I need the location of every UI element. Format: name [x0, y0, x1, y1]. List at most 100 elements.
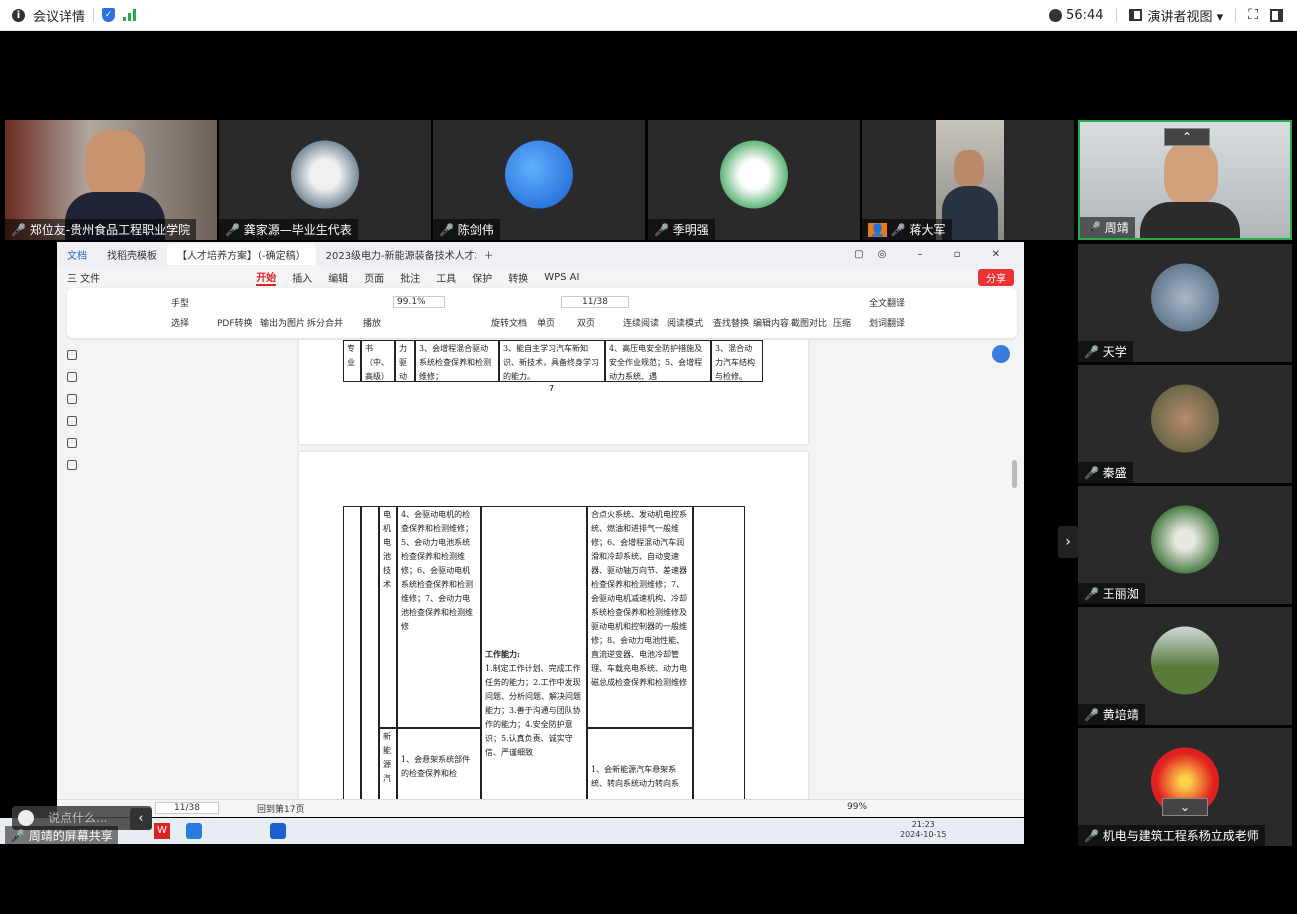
- assistant-icon[interactable]: [992, 345, 1010, 363]
- double-page-button[interactable]: 双页: [577, 316, 595, 329]
- video-tile[interactable]: 🎤 陈剑伟: [433, 120, 645, 240]
- table-cell: 1、会悬架系统部件的检查保养和检: [397, 728, 481, 800]
- meeting-info-label[interactable]: 会议详情: [33, 6, 85, 25]
- video-tile[interactable]: 🎤 龚家源—毕业生代表: [219, 120, 431, 240]
- video-tile-active-speaker[interactable]: ⌃ 🎤 周靖: [1078, 120, 1292, 240]
- full-translate-button[interactable]: 全文翻译: [869, 296, 905, 309]
- sidebar-participant[interactable]: 🎤 王丽洳: [1078, 486, 1292, 604]
- bookmark-icon[interactable]: [67, 350, 77, 360]
- select-tool-button[interactable]: 选择: [171, 316, 189, 329]
- menu-home[interactable]: 开始: [256, 269, 277, 286]
- clock-icon: [1049, 8, 1063, 22]
- table-cell: 3、能自主学习汽车新知识、新技术，具备终身学习的能力。: [499, 340, 605, 382]
- tab-talent-plan[interactable]: 【人才培养方案】（-确定稿）: [167, 243, 316, 265]
- table-cell: 工作能力: 1.制定工作计划、完成工作任务的能力；2.工作中发现问题、分析问题、…: [481, 506, 587, 800]
- avatar: [1151, 384, 1219, 453]
- compress-button[interactable]: 压缩: [833, 316, 851, 329]
- emoji-icon[interactable]: [18, 810, 34, 826]
- zoom-select[interactable]: 99.1%: [393, 296, 445, 308]
- back-to-page-link[interactable]: 回到第17页: [257, 802, 304, 815]
- avatar: [1151, 626, 1219, 695]
- sidebar-participant[interactable]: 🎤 天学: [1078, 244, 1292, 362]
- fullscreen-icon[interactable]: ⛶: [1248, 7, 1258, 23]
- screen-share-label: 🎤 周靖的屏幕共享: [5, 826, 118, 845]
- annotate-icon[interactable]: [67, 438, 77, 448]
- sidebar-toggle-icon[interactable]: [1270, 8, 1283, 22]
- avatar: [1151, 505, 1219, 574]
- vertical-scrollbar[interactable]: [1012, 460, 1017, 488]
- menu-edit[interactable]: 编辑: [328, 270, 348, 285]
- collapse-up-button[interactable]: ⌃: [1164, 128, 1210, 146]
- window-controls[interactable]: ▢◎ – ▫ ✕: [854, 249, 1024, 260]
- participant-name: 🎤 龚家源—毕业生代表: [219, 219, 358, 240]
- pdf-convert-button[interactable]: PDF转换: [217, 316, 253, 329]
- participant-face: [85, 130, 145, 200]
- compare-button[interactable]: 截图对比: [791, 316, 827, 329]
- menu-wps-ai[interactable]: WPS AI: [544, 272, 579, 283]
- app-taskbar-icon[interactable]: [186, 823, 202, 839]
- collapse-chat-button[interactable]: ‹: [130, 808, 152, 830]
- participant-face: [1164, 142, 1218, 206]
- new-tab-icon[interactable]: ＋: [476, 247, 502, 262]
- hand-tool-button[interactable]: 手型: [171, 296, 189, 309]
- export-image-button[interactable]: 输出为图片: [260, 316, 305, 329]
- table-cell: 3、混合动力汽车结构与检修。: [711, 340, 763, 382]
- table-cell: 力驱动: [395, 340, 415, 382]
- page-input[interactable]: 11/38: [561, 296, 629, 308]
- wps-menu-bar: 三 文件 开始 插入 编辑 页面 批注 工具 保护 转换 WPS AI 分享: [57, 266, 1024, 288]
- security-shield-icon[interactable]: ✓: [102, 8, 116, 22]
- menu-file[interactable]: 三 文件: [67, 270, 100, 285]
- attachment-icon[interactable]: [67, 416, 77, 426]
- menu-protect[interactable]: 保护: [472, 270, 492, 285]
- table-cell: 3、会增程混合驱动系统检查保养和检测维修；: [415, 340, 499, 382]
- split-merge-button[interactable]: 拆分合并: [307, 316, 343, 329]
- status-zoom[interactable]: 99%: [847, 802, 867, 812]
- collapse-down-button[interactable]: ⌄: [1162, 798, 1208, 816]
- read-mode-button[interactable]: 阅读模式: [667, 316, 703, 329]
- single-page-button[interactable]: 单页: [537, 316, 555, 329]
- menu-insert[interactable]: 插入: [292, 270, 312, 285]
- table-cell: [343, 506, 361, 800]
- video-tile[interactable]: 🎤 季明强: [648, 120, 860, 240]
- info-icon[interactable]: i: [12, 8, 25, 22]
- speaker-view-icon[interactable]: [1128, 9, 1142, 21]
- table-cell: 合点火系统、发动机电控系统、燃油和进排气一般维修；6、会增程混动汽车润滑和冷却系…: [587, 506, 693, 728]
- table-cell: 1、会新能源汽车悬架系统、转向系统动力转向系: [587, 728, 693, 800]
- wps-status-bar: 11/38 回到第17页 99%: [57, 799, 1024, 817]
- comment-icon[interactable]: [67, 394, 77, 404]
- tab-2023-plan[interactable]: 2023级电力-新能源装备技术人才培...: [316, 244, 476, 265]
- layers-icon[interactable]: [67, 460, 77, 470]
- expand-panel-button[interactable]: ›: [1058, 526, 1078, 558]
- participant-body: [1140, 202, 1240, 238]
- continuous-read-button[interactable]: 连续阅读: [623, 316, 659, 329]
- play-button[interactable]: 播放: [363, 316, 381, 329]
- edit-content-button[interactable]: 编辑内容: [753, 316, 789, 329]
- signal-icon[interactable]: [123, 9, 137, 21]
- view-mode-button[interactable]: 演讲者视图 ▾: [1148, 6, 1224, 25]
- menu-page[interactable]: 页面: [364, 270, 384, 285]
- meeting-taskbar-icon[interactable]: [270, 823, 286, 839]
- thumbnail-icon[interactable]: [67, 372, 77, 382]
- tab-template[interactable]: 找稻壳模板: [97, 244, 167, 265]
- menu-convert[interactable]: 转换: [508, 270, 528, 285]
- rotate-button[interactable]: 旋转文档: [491, 316, 527, 329]
- wps-taskbar-icon[interactable]: W: [154, 823, 170, 839]
- sidebar-participant[interactable]: 🎤 黄培靖: [1078, 607, 1292, 725]
- table-cell: 新能源汽: [379, 728, 397, 800]
- find-replace-button[interactable]: 查找替换: [713, 316, 749, 329]
- table-cell: [361, 506, 379, 800]
- participant-name: 👤 🎤 蒋大军: [862, 219, 952, 240]
- participant-name: 🎤 秦盛: [1078, 462, 1133, 483]
- document-page: 电机电池技术 4、会驱动电机的检查保养和检测维修；5、会动力电池系统检查保养和检…: [299, 452, 808, 800]
- menu-comment[interactable]: 批注: [400, 270, 420, 285]
- share-button[interactable]: 分享: [978, 268, 1014, 286]
- participant-name: 🎤 周靖: [1080, 217, 1135, 238]
- sidebar-participant[interactable]: 🎤 秦盛: [1078, 365, 1292, 483]
- word-translate-button[interactable]: 划词翻译: [869, 316, 905, 329]
- video-tile[interactable]: 🎤 郑位友-贵州食品工程职业学院: [5, 120, 217, 240]
- status-page-input[interactable]: 11/38: [155, 802, 219, 814]
- video-tile[interactable]: 👤 🎤 蒋大军: [862, 120, 1074, 240]
- tab-document[interactable]: 文档: [57, 244, 97, 265]
- sidebar-participant[interactable]: ⌄ 🎤 机电与建筑工程系杨立成老师: [1078, 728, 1292, 846]
- menu-tools[interactable]: 工具: [436, 270, 456, 285]
